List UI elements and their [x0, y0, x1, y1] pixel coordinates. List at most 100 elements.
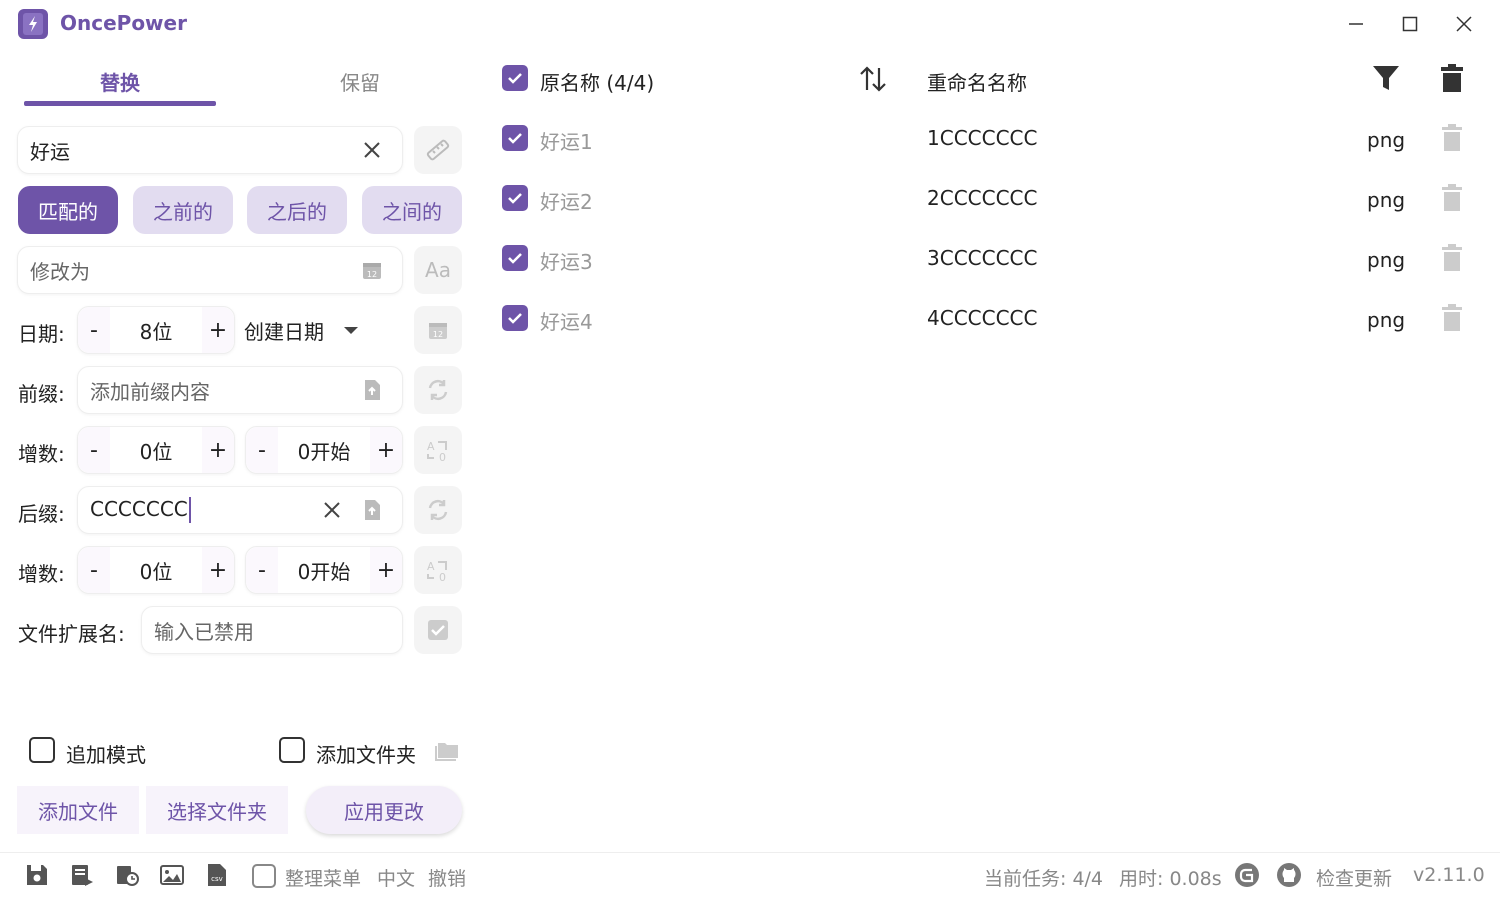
sort-button[interactable] [856, 62, 890, 96]
undo-button[interactable]: 撤销 [428, 864, 466, 891]
gitee-icon[interactable] [1234, 862, 1260, 888]
sort-alpha-icon: A0 [427, 560, 447, 584]
svg-text:A: A [427, 440, 435, 453]
history-icon[interactable] [114, 862, 140, 888]
prefix-input-placeholder: 添加前缀内容 [90, 379, 210, 404]
calendar-icon: 12 [429, 323, 447, 339]
prefix-digits-increment[interactable]: + [202, 427, 234, 473]
extension-input[interactable]: 输入已禁用 [141, 606, 403, 654]
row-3-checkbox[interactable] [502, 245, 528, 271]
extension-toggle-button[interactable] [414, 606, 462, 654]
case-button[interactable]: Aa [414, 246, 462, 294]
row-3-original: 好运3 [540, 250, 593, 274]
version-label: v2.11.0 [1413, 864, 1485, 886]
suffix-input[interactable]: CCCCCCC [77, 486, 403, 534]
row-4-extension: png [1367, 308, 1406, 332]
find-input[interactable]: 好运 [17, 126, 403, 174]
close-window-button[interactable] [1449, 10, 1479, 38]
add-files-button[interactable]: 添加文件 [17, 786, 139, 834]
svg-text:0: 0 [439, 571, 446, 584]
prefix-start-increment[interactable]: + [370, 427, 402, 473]
prefix-digits-stepper[interactable]: - 0位 + [77, 426, 235, 474]
mode-before-button[interactable]: 之前的 [133, 186, 233, 234]
check-icon [508, 133, 522, 144]
check-update-link[interactable]: 检查更新 [1316, 864, 1392, 891]
save-icon[interactable] [24, 862, 50, 888]
date-type-value: 创建日期 [244, 319, 324, 344]
filter-button[interactable] [1370, 62, 1402, 94]
suffix-digits-increment[interactable]: + [202, 547, 234, 593]
date-digits-value: 8位 [139, 319, 173, 344]
github-icon[interactable] [1276, 862, 1302, 888]
row-2-checkbox[interactable] [502, 185, 528, 211]
prefix-sort-button[interactable]: A0 [414, 426, 462, 474]
suffix-sort-button[interactable]: A0 [414, 546, 462, 594]
date-label: 日期: [18, 322, 65, 346]
find-input-value: 好运 [30, 139, 70, 164]
ruler-button[interactable] [414, 126, 462, 174]
mode-after-button[interactable]: 之后的 [247, 186, 347, 234]
folder-icon[interactable] [434, 736, 462, 764]
select-all-checkbox[interactable] [502, 65, 528, 91]
date-digits-increment[interactable]: + [202, 307, 234, 353]
calendar-icon[interactable]: 12 [360, 258, 384, 282]
check-icon [508, 253, 522, 264]
tab-keep[interactable]: 保留 [264, 60, 456, 102]
suffix-start-decrement[interactable]: - [246, 547, 278, 593]
row-4-checkbox[interactable] [502, 305, 528, 331]
prefix-input[interactable]: 添加前缀内容 [77, 366, 403, 414]
clear-icon[interactable] [320, 498, 344, 522]
apply-changes-button[interactable]: 应用更改 [306, 786, 462, 834]
row-4-original: 好运4 [540, 310, 593, 334]
prefix-sync-button[interactable] [414, 366, 462, 414]
app-logo-icon [18, 9, 48, 39]
add-folder-checkbox[interactable] [279, 737, 305, 763]
date-digits-stepper[interactable]: - 8位 + [77, 306, 235, 354]
minimize-button[interactable] [1341, 10, 1371, 38]
check-icon [508, 193, 522, 204]
mode-between-button[interactable]: 之间的 [362, 186, 462, 234]
row-4-renamed: 4CCCCCCC [927, 306, 1038, 330]
filter-icon [1373, 66, 1399, 90]
prefix-start-decrement[interactable]: - [246, 427, 278, 473]
clear-icon[interactable] [360, 138, 384, 162]
prefix-digits-value: 0位 [139, 439, 173, 464]
image-icon[interactable] [159, 862, 185, 888]
organize-menu-checkbox[interactable] [252, 864, 276, 888]
date-insert-button[interactable]: 12 [414, 306, 462, 354]
check-icon [508, 73, 522, 84]
title-bar: OncePower [0, 0, 1500, 48]
suffix-start-increment[interactable]: + [370, 547, 402, 593]
prefix-start-stepper[interactable]: - 0开始 + [245, 426, 403, 474]
suffix-start-stepper[interactable]: - 0开始 + [245, 546, 403, 594]
select-folder-button[interactable]: 选择文件夹 [146, 786, 288, 834]
prefix-digits-decrement[interactable]: - [78, 427, 110, 473]
date-digits-decrement[interactable]: - [78, 307, 110, 353]
suffix-sync-button[interactable] [414, 486, 462, 534]
maximize-button[interactable] [1395, 10, 1425, 38]
append-mode-checkbox[interactable] [29, 737, 55, 763]
prefix-label: 前缀: [18, 382, 65, 406]
row-1-checkbox[interactable] [502, 125, 528, 151]
file-upload-icon[interactable] [360, 378, 384, 402]
rename-list-icon[interactable] [69, 862, 95, 888]
row-2-renamed: 2CCCCCCC [927, 186, 1038, 210]
row-1-delete-icon[interactable] [1440, 123, 1464, 153]
suffix-digits-stepper[interactable]: - 0位 + [77, 546, 235, 594]
row-2-original: 好运2 [540, 190, 593, 214]
svg-text:12: 12 [367, 270, 377, 279]
replace-input[interactable]: 修改为 12 [17, 246, 403, 294]
case-icon: Aa [425, 258, 451, 282]
row-3-delete-icon[interactable] [1440, 243, 1464, 273]
row-4-delete-icon[interactable] [1440, 303, 1464, 333]
date-type-select[interactable]: 创建日期 [244, 306, 392, 354]
language-toggle[interactable]: 中文 [377, 864, 415, 891]
csv-icon[interactable]: csv [204, 862, 230, 888]
mode-match-button[interactable]: 匹配的 [18, 186, 118, 234]
row-2-delete-icon[interactable] [1440, 183, 1464, 213]
delete-all-button[interactable] [1438, 62, 1466, 94]
file-upload-icon[interactable] [360, 498, 384, 522]
svg-text:12: 12 [433, 330, 443, 339]
suffix-digits-decrement[interactable]: - [78, 547, 110, 593]
tab-replace[interactable]: 替换 [24, 60, 216, 102]
